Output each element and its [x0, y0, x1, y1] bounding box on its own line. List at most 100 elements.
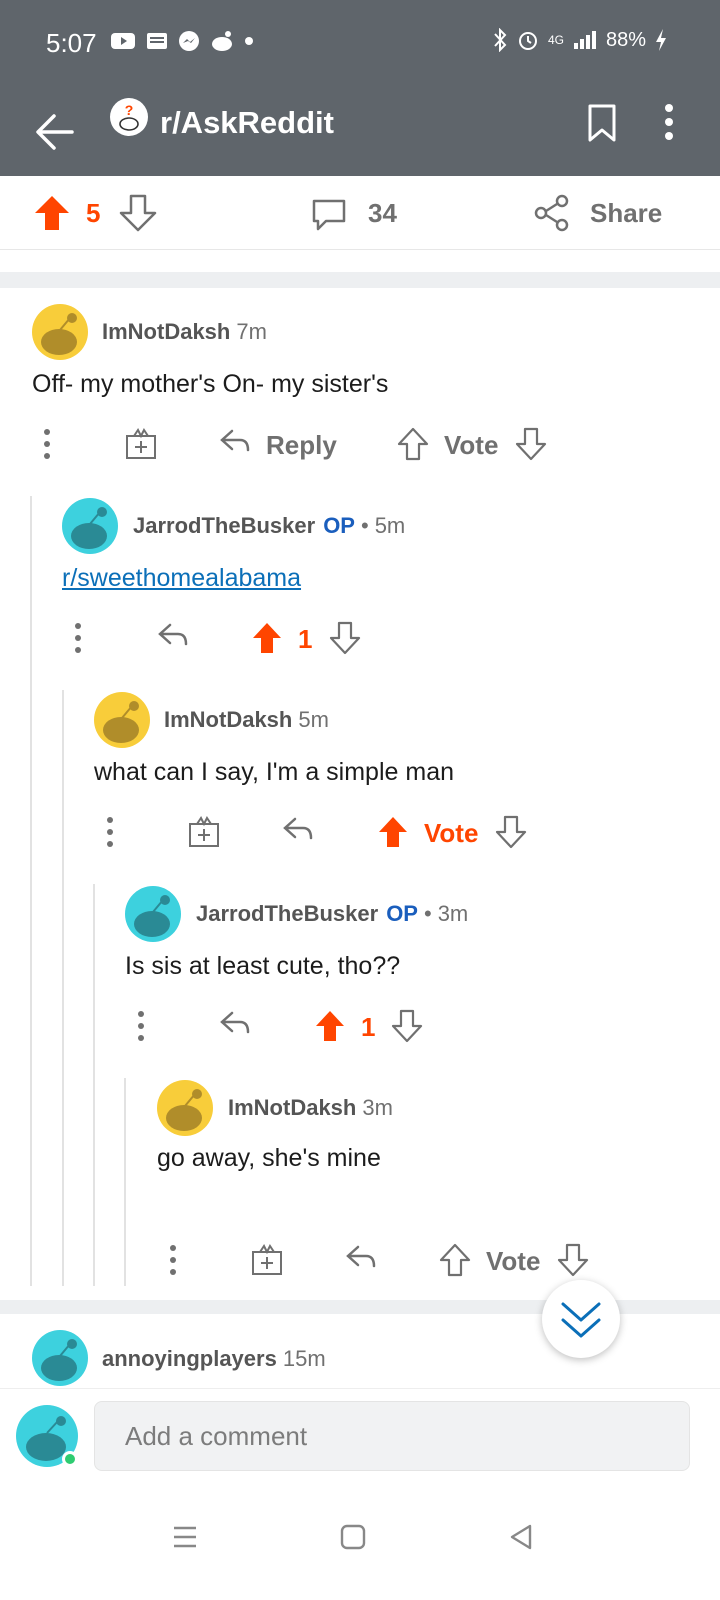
- alarm-icon: [518, 32, 537, 50]
- double-chevron-down-icon: [561, 1302, 601, 1338]
- network-type: 4G: [547, 33, 564, 47]
- user-avatar[interactable]: [125, 886, 181, 942]
- award-icon[interactable]: [187, 814, 221, 850]
- section-divider: [0, 272, 720, 288]
- more-options-icon[interactable]: [73, 620, 83, 656]
- upvote-icon[interactable]: [396, 426, 430, 462]
- downvote-icon[interactable]: [494, 814, 528, 850]
- downvote-icon[interactable]: [556, 1242, 590, 1278]
- upvote-icon[interactable]: [313, 1008, 347, 1044]
- share-icon[interactable]: [532, 194, 572, 232]
- comment-count[interactable]: 34: [368, 198, 397, 229]
- messenger-icon: [179, 31, 199, 51]
- user-avatar[interactable]: [32, 304, 88, 360]
- snoo-avatar-icon: [41, 1339, 77, 1381]
- comment-time: 7m: [236, 319, 267, 344]
- snoo-avatar-icon: [166, 1089, 202, 1131]
- downvote-icon[interactable]: [118, 193, 158, 233]
- comment-author[interactable]: JarrodTheBusker OP • 3m: [196, 901, 468, 927]
- next-comment-button[interactable]: [542, 1280, 620, 1358]
- signal-icon: [573, 31, 596, 49]
- subreddit-link[interactable]: r/sweethomealabama: [62, 564, 301, 593]
- award-icon[interactable]: [124, 426, 158, 462]
- op-badge: OP: [323, 513, 355, 538]
- upvote-icon[interactable]: [376, 814, 410, 850]
- comment-actions: 1: [0, 620, 720, 660]
- comment-body: Off- my mother's On- my sister's: [32, 370, 389, 398]
- notification-icons: [110, 30, 254, 52]
- charging-icon: [656, 29, 666, 51]
- snoo-avatar-icon: [134, 895, 170, 937]
- upvote-icon[interactable]: [438, 1242, 472, 1278]
- reply-button[interactable]: Reply: [266, 430, 337, 461]
- comments-icon[interactable]: [310, 195, 348, 233]
- system-nav-bar: [0, 1488, 720, 1600]
- comment-time: 3m: [362, 1095, 393, 1120]
- back-arrow-icon[interactable]: [34, 106, 76, 158]
- post-action-bar: 5 34 Share: [0, 176, 720, 250]
- upvote-icon[interactable]: [250, 620, 284, 656]
- user-avatar[interactable]: [157, 1080, 213, 1136]
- comment-score: 1: [361, 1012, 376, 1042]
- reply-icon[interactable]: [281, 814, 315, 846]
- svg-text:?: ?: [125, 102, 134, 118]
- online-status-dot: [62, 1451, 78, 1467]
- share-button[interactable]: Share: [590, 198, 662, 229]
- comment-author[interactable]: annoyingplayers 15m: [102, 1346, 326, 1372]
- comment-time: 5m: [298, 707, 329, 732]
- vote-label: Vote: [424, 818, 479, 848]
- subreddit-name[interactable]: r/AskReddit: [160, 105, 334, 141]
- overflow-menu-icon[interactable]: [664, 102, 674, 142]
- vote-label: Vote: [444, 430, 499, 460]
- comment-composer: Add a comment: [0, 1388, 720, 1488]
- home-icon[interactable]: [340, 1524, 366, 1550]
- reply-icon[interactable]: [218, 426, 252, 458]
- reply-icon[interactable]: [218, 1008, 252, 1040]
- comment-input[interactable]: Add a comment: [94, 1401, 690, 1471]
- more-notifications-dot-icon: [245, 37, 253, 45]
- user-avatar[interactable]: [62, 498, 118, 554]
- upvote-icon[interactable]: [32, 193, 72, 233]
- comment-author[interactable]: ImNotDaksh 5m: [164, 707, 329, 733]
- bookmark-icon[interactable]: [586, 102, 618, 144]
- comment-4: JarrodTheBusker OP • 3m Is sis at least cut…: [0, 884, 720, 1074]
- system-icons: 4G 88%: [492, 28, 668, 52]
- more-options-icon[interactable]: [136, 1008, 146, 1044]
- reply-icon[interactable]: [344, 1242, 378, 1274]
- bluetooth-icon: [494, 28, 507, 52]
- comment-time: 15m: [282, 1346, 326, 1371]
- downvote-icon[interactable]: [390, 1008, 424, 1044]
- comment-time: 5m: [374, 513, 406, 538]
- downvote-icon[interactable]: [328, 620, 362, 656]
- downvote-icon[interactable]: [514, 426, 548, 462]
- news-icon: [147, 33, 167, 49]
- more-options-icon[interactable]: [42, 426, 52, 462]
- app-bar: ? r/AskReddit: [0, 88, 720, 176]
- user-avatar[interactable]: [32, 1330, 88, 1386]
- snoo-avatar-icon: [71, 507, 107, 549]
- comment-2: JarrodTheBusker OP • 5m r/sweethomealabama …: [0, 496, 720, 686]
- comment-author[interactable]: ImNotDaksh 7m: [102, 319, 267, 345]
- comment-actions: Reply Vote: [0, 426, 720, 466]
- post-score: 5: [86, 198, 101, 228]
- subreddit-avatar-icon[interactable]: ?: [109, 97, 149, 137]
- reply-icon[interactable]: [156, 620, 190, 652]
- snoo-avatar-icon: [103, 701, 139, 743]
- comment-actions: Vote: [0, 1242, 720, 1282]
- comment-author[interactable]: ImNotDaksh 3m: [228, 1095, 393, 1121]
- recent-apps-icon[interactable]: [172, 1524, 198, 1550]
- comment-actions: Vote: [0, 814, 720, 854]
- comment-actions: 1: [0, 1008, 720, 1048]
- reddit-notif-icon: [212, 31, 232, 51]
- status-time: 5:07: [46, 28, 97, 58]
- award-icon[interactable]: [250, 1242, 284, 1278]
- vote-label: Vote: [486, 1246, 541, 1276]
- more-options-icon[interactable]: [105, 814, 115, 850]
- comment-body: go away, she's mine: [157, 1144, 381, 1172]
- user-avatar[interactable]: [94, 692, 150, 748]
- more-options-icon[interactable]: [168, 1242, 178, 1278]
- snoo-avatar-icon: [41, 313, 77, 355]
- back-nav-icon[interactable]: [508, 1524, 534, 1550]
- status-bar: 5:07 4G 88%: [0, 0, 720, 88]
- comment-author[interactable]: JarrodTheBusker OP • 5m: [133, 513, 405, 539]
